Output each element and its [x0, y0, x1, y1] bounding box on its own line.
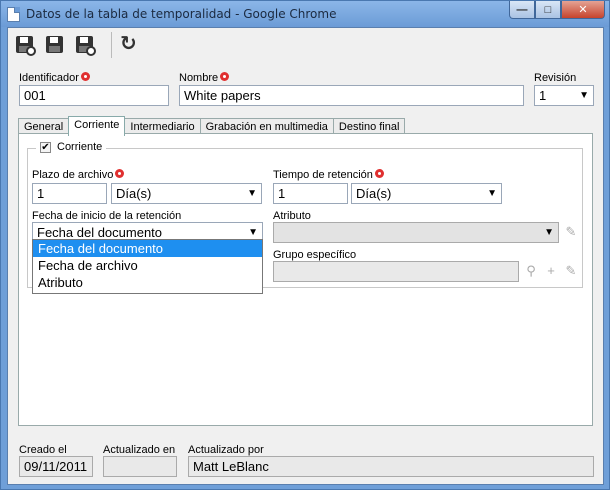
refresh-icon[interactable]: ↻ — [120, 33, 137, 55]
nombre-field[interactable]: White papers — [179, 85, 524, 106]
actualizado-por-label: Actualizado por — [188, 444, 264, 456]
tiempo-label: Tiempo de retención — [273, 169, 384, 181]
creado-field: 09/11/2011 — [19, 456, 93, 477]
required-icon — [80, 72, 90, 81]
add-icon[interactable]: + — [541, 261, 561, 281]
identificador-label: Identificador — [19, 72, 90, 84]
corriente-group-label: Corriente — [57, 141, 103, 153]
dropdown-arrow-icon: ▼ — [544, 227, 554, 238]
identificador-field[interactable]: 001 — [19, 85, 169, 106]
grupo-label: Grupo específico — [273, 249, 357, 261]
actualizado-en-field — [103, 456, 177, 477]
page-icon — [7, 7, 20, 22]
plazo-value-field[interactable]: 1 — [32, 183, 107, 204]
required-icon — [115, 169, 125, 178]
dropdown-arrow-icon: ▼ — [247, 188, 257, 199]
actualizado-por-field: Matt LeBlanc — [188, 456, 594, 477]
save-close-button[interactable] — [74, 34, 96, 56]
fecha-options-list: Fecha del documento Fecha de archivo Atr… — [32, 239, 263, 294]
tab-bar: General Corriente Intermediario Grabació… — [18, 116, 406, 136]
fecha-option[interactable]: Atributo — [33, 274, 262, 291]
required-icon — [220, 72, 230, 81]
revision-label: Revisión — [534, 72, 577, 84]
fecha-option[interactable]: Fecha del documento — [33, 240, 262, 257]
floppy-icon — [46, 36, 63, 53]
dropdown-arrow-icon: ▼ — [487, 188, 497, 199]
dialog-content: ↻ Identificador 001 Nombre White papers … — [7, 27, 604, 485]
save-button[interactable] — [44, 34, 66, 56]
maximize-button[interactable]: □ — [535, 1, 561, 19]
fecha-option[interactable]: Fecha de archivo — [33, 257, 262, 274]
nombre-label: Nombre — [179, 72, 230, 84]
title-bar[interactable]: Datos de la tabla de temporalidad - Goog… — [1, 1, 609, 27]
corriente-checkbox[interactable]: ✔ — [40, 141, 51, 153]
required-icon — [374, 169, 384, 178]
creado-label: Creado el — [19, 444, 67, 456]
atributo-select[interactable]: ▼ — [273, 222, 559, 243]
fecha-label: Fecha de inicio de la retención — [32, 210, 182, 222]
dropdown-arrow-icon: ▼ — [248, 227, 258, 238]
toolbar: ↻ — [8, 28, 603, 62]
plazo-unit-select[interactable]: Día(s) ▼ — [111, 183, 262, 204]
minimize-button[interactable]: — — [509, 1, 535, 19]
window-title: Datos de la tabla de temporalidad - Goog… — [26, 7, 337, 21]
tab-corriente[interactable]: Corriente — [68, 116, 126, 136]
save-new-button[interactable] — [14, 34, 36, 56]
dropdown-arrow-icon: ▼ — [579, 90, 589, 101]
clear-icon[interactable]: ✎ — [561, 222, 581, 242]
tiempo-value-field[interactable]: 1 — [273, 183, 348, 204]
browser-window: Datos de la tabla de temporalidad - Goog… — [0, 0, 610, 490]
actualizado-en-label: Actualizado en — [103, 444, 176, 456]
plazo-label: Plazo de archivo — [32, 169, 125, 181]
tiempo-unit-select[interactable]: Día(s) ▼ — [351, 183, 502, 204]
grupo-field[interactable] — [273, 261, 519, 282]
toolbar-separator — [111, 32, 112, 58]
clear-icon[interactable]: ✎ — [561, 261, 581, 281]
revision-select[interactable]: 1 ▼ — [534, 85, 594, 106]
close-button[interactable]: ✕ — [561, 1, 605, 19]
atributo-label: Atributo — [273, 210, 311, 222]
search-icon[interactable]: ⚲ — [521, 261, 541, 281]
